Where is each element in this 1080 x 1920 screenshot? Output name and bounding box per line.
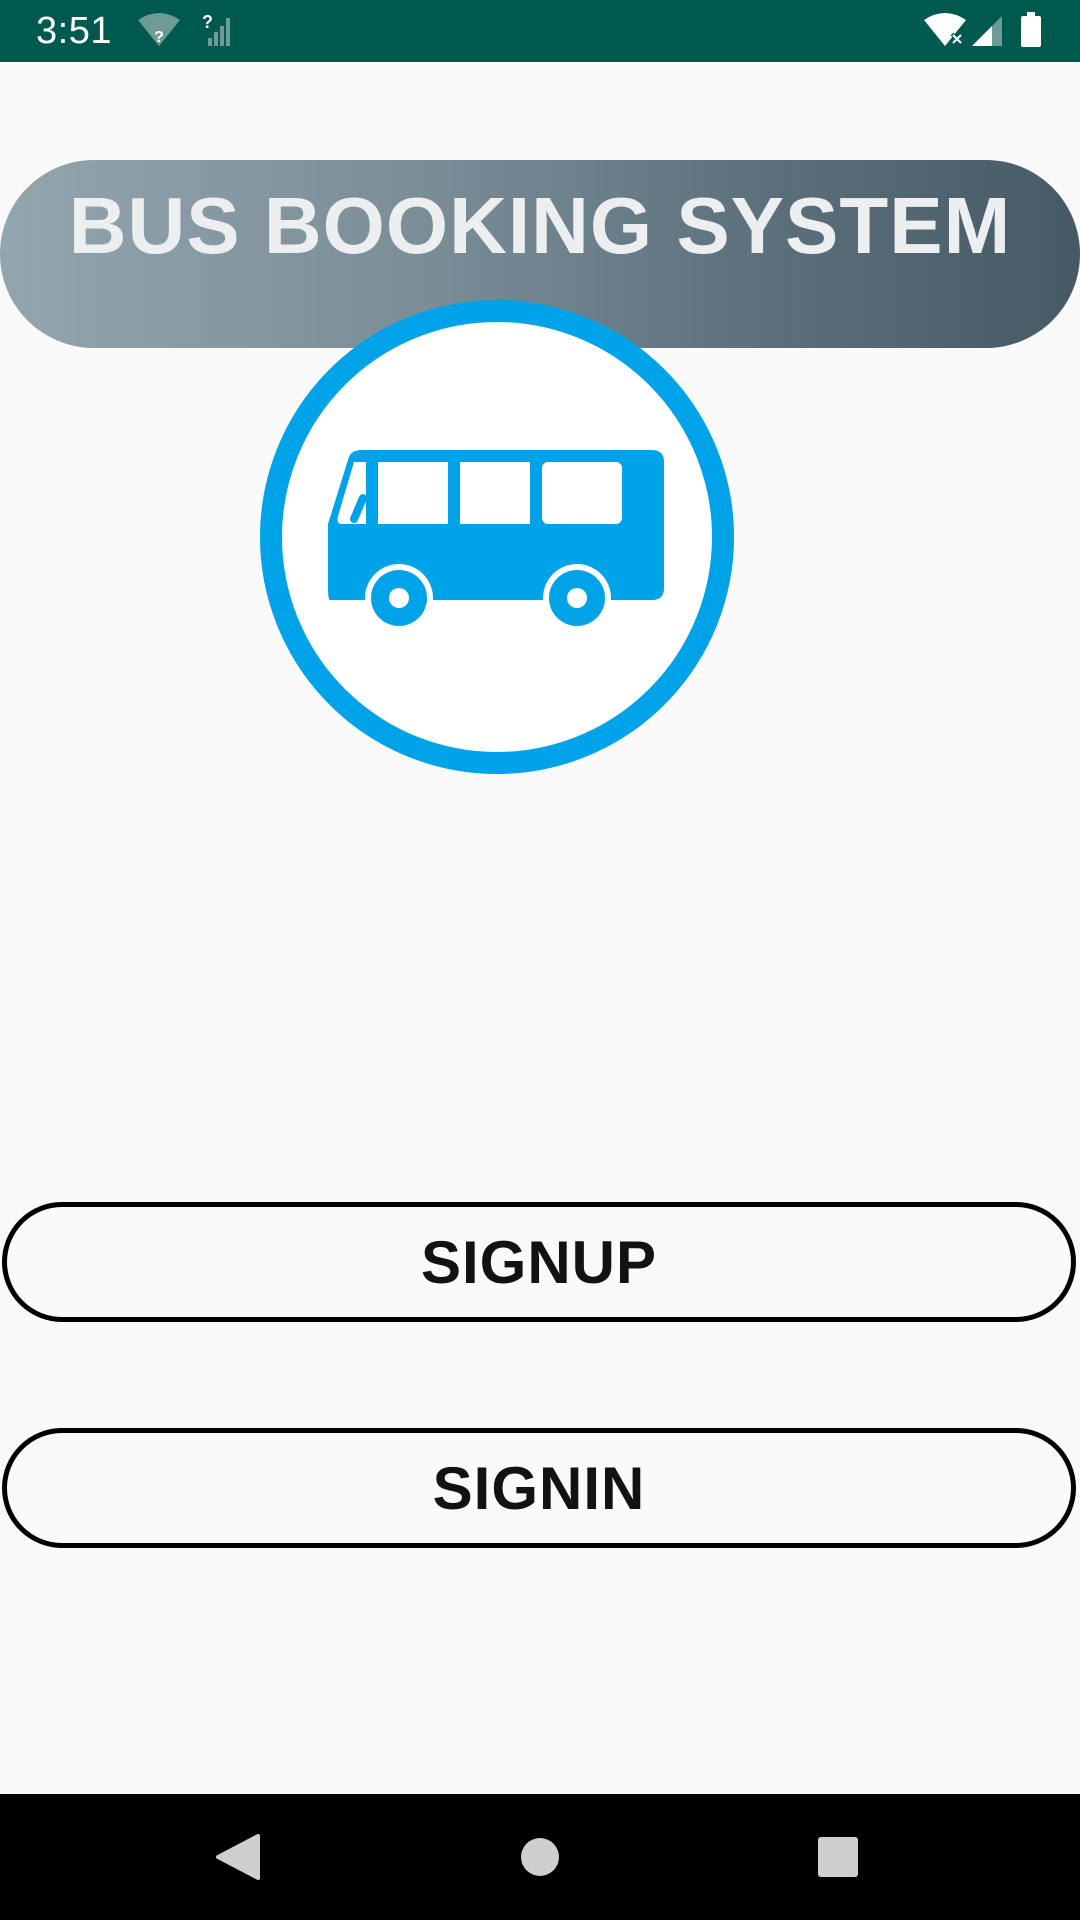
bus-logo [258, 298, 736, 776]
navigation-bar [0, 1794, 1080, 1920]
battery-icon [1020, 12, 1042, 53]
bus-icon [260, 300, 734, 774]
signal-question-icon: ? [200, 12, 236, 53]
app-title: BUS BOOKING SYSTEM [68, 181, 1012, 270]
svg-text:?: ? [202, 12, 213, 32]
svg-text:?: ? [154, 29, 164, 46]
wifi-x-icon [922, 12, 968, 53]
signup-button[interactable]: SIGNUP [2, 1202, 1076, 1322]
status-bar: 3:51 ? ? [0, 0, 1080, 62]
wifi-question-icon: ? [136, 12, 182, 53]
recents-icon[interactable] [803, 1822, 873, 1892]
home-icon[interactable] [505, 1822, 575, 1892]
back-icon[interactable] [204, 1822, 274, 1892]
signup-button-label: SIGNUP [420, 1228, 658, 1296]
status-time: 3:51 [36, 10, 112, 52]
signin-button[interactable]: SIGNIN [2, 1428, 1076, 1548]
signin-button-label: SIGNIN [432, 1454, 646, 1522]
signal-icon [970, 12, 1004, 53]
